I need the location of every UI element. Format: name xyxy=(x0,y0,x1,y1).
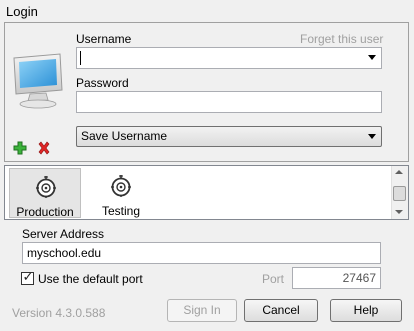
green-plus-icon[interactable] xyxy=(13,141,27,155)
default-port-label[interactable]: Use the default port xyxy=(38,272,143,286)
scroll-down-arrow-icon[interactable] xyxy=(395,210,403,214)
server-target-icon xyxy=(111,175,131,197)
server-label: Testing xyxy=(101,204,141,218)
chevron-down-icon[interactable] xyxy=(368,55,376,60)
server-address-field[interactable]: myschool.edu xyxy=(22,242,381,264)
cancel-button[interactable]: Cancel xyxy=(244,299,318,322)
save-option-select[interactable]: Save Username xyxy=(76,126,382,147)
sign-in-button[interactable]: Sign In xyxy=(167,299,237,322)
server-address-label: Server Address xyxy=(22,227,105,241)
password-label: Password xyxy=(76,76,129,90)
username-combobox[interactable] xyxy=(76,47,382,69)
text-caret xyxy=(80,51,81,65)
forget-user-link[interactable]: Forget this user xyxy=(300,32,383,46)
chevron-down-icon[interactable] xyxy=(368,134,376,139)
window-title: Login xyxy=(6,4,38,19)
server-item-testing[interactable]: Testing xyxy=(85,168,157,218)
port-label: Port xyxy=(262,272,285,286)
title-bar xyxy=(0,0,414,24)
scroll-up-arrow-icon[interactable] xyxy=(395,170,403,174)
server-label: Production xyxy=(16,205,74,219)
red-x-icon[interactable] xyxy=(37,141,51,155)
username-label: Username xyxy=(76,32,132,46)
server-target-icon xyxy=(36,176,56,198)
server-list: Production Testing xyxy=(4,165,409,220)
checkmark-icon: ✓ xyxy=(22,269,34,284)
port-field[interactable]: 27467 xyxy=(292,267,381,289)
version-label: Version 4.3.0.588 xyxy=(12,306,106,320)
scrollbar-thumb[interactable] xyxy=(393,186,406,201)
server-item-production[interactable]: Production xyxy=(9,168,81,219)
computer-monitor-icon xyxy=(13,53,63,109)
password-field[interactable] xyxy=(76,91,382,113)
help-button[interactable]: Help xyxy=(330,299,402,322)
